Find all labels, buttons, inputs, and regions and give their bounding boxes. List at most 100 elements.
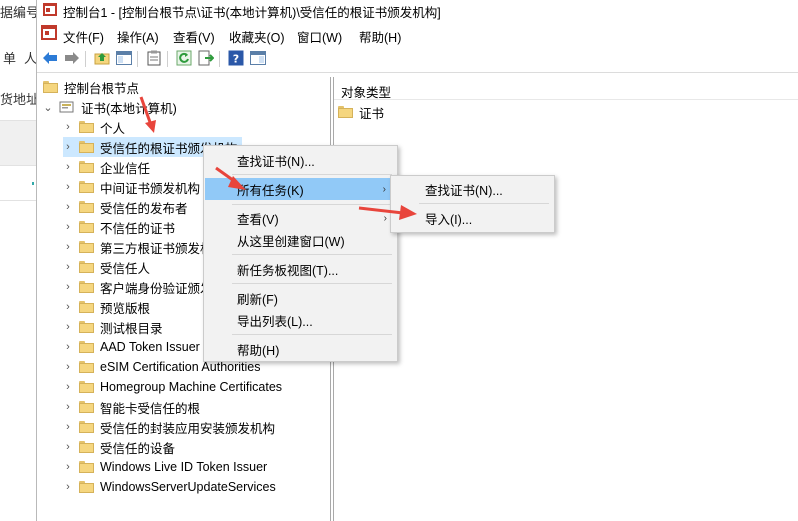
forward-button[interactable] <box>63 49 81 67</box>
toolbar-separator <box>219 51 220 67</box>
tree-node-2[interactable]: › 企业信任 <box>63 157 150 177</box>
tree-node-16[interactable]: › 受信任的设备 <box>63 437 175 457</box>
chevron-right-icon[interactable]: › <box>63 141 73 153</box>
menu-action[interactable]: 操作(A) <box>117 27 159 46</box>
tree-node-label: 受信任的设备 <box>100 441 176 456</box>
tree-node-17[interactable]: › Windows Live ID Token Issuer <box>63 457 267 477</box>
folder-icon <box>79 401 94 413</box>
chevron-right-icon[interactable]: › <box>63 421 73 433</box>
tree-node-10[interactable]: › 测试根目录 <box>63 317 163 337</box>
folder-icon <box>43 81 58 93</box>
properties-button[interactable] <box>145 49 163 67</box>
folder-icon <box>79 361 94 373</box>
menu-window[interactable]: 窗口(W) <box>297 27 342 46</box>
chevron-right-icon[interactable]: › <box>63 441 73 453</box>
mmc-window: 控制台1 - [控制台根节点\证书(本地计算机)\受信任的根证书颁发机构] 文件… <box>36 0 798 521</box>
up-level-button[interactable] <box>93 49 111 67</box>
menu-item-label: 从这里创建窗口(W) <box>237 234 345 249</box>
folder-icon <box>79 141 94 153</box>
tree-node-label: 预览版根 <box>100 301 151 316</box>
folder-up-icon <box>94 53 110 65</box>
tree-node-4[interactable]: › 受信任的发布者 <box>63 197 188 217</box>
chevron-right-icon[interactable]: › <box>63 461 73 473</box>
tree-node-18[interactable]: › WindowsServerUpdateServices <box>63 477 276 497</box>
folder-icon <box>79 421 94 433</box>
tree-node-0[interactable]: › 个人 <box>63 117 125 137</box>
menu-item-label: 帮助(H) <box>237 343 280 358</box>
action-pane-icon <box>250 51 266 65</box>
back-button[interactable] <box>41 49 59 67</box>
folder-icon <box>79 221 94 233</box>
tree-node-7[interactable]: › 受信任人 <box>63 257 150 277</box>
menu-item-refresh[interactable]: 刷新(F) <box>204 287 397 309</box>
chevron-right-icon[interactable]: › <box>63 221 73 233</box>
show-action-pane-button[interactable] <box>249 49 267 67</box>
chevron-down-icon[interactable]: ⌄ <box>43 101 53 114</box>
tree-node-13[interactable]: › Homegroup Machine Certificates <box>63 377 282 397</box>
tree-node-label: 企业信任 <box>100 161 151 176</box>
details-pane: 对象类型 证书 <box>333 77 798 521</box>
chevron-right-icon[interactable]: › <box>63 321 73 333</box>
tree-node-label: WindowsServerUpdateServices <box>100 480 276 494</box>
tree-node-6[interactable]: › 第三方根证书颁发机构 <box>63 237 225 257</box>
menu-separator <box>232 174 392 175</box>
tree-node-15[interactable]: › 受信任的封装应用安装颁发机构 <box>63 417 275 437</box>
chevron-right-icon[interactable]: › <box>63 241 73 253</box>
menu-favorites[interactable]: 收藏夹(O) <box>229 27 285 46</box>
tree-node-8[interactable]: › 客户端身份验证颁发 <box>63 277 213 297</box>
tree-node-11[interactable]: › AAD Token Issuer <box>63 337 200 357</box>
tree-node-5[interactable]: › 不信任的证书 <box>63 217 175 237</box>
menu-file[interactable]: 文件(F) <box>63 27 104 46</box>
bg-divider <box>0 200 40 201</box>
column-header-object-type: 对象类型 <box>341 86 392 100</box>
menu-separator <box>419 203 549 204</box>
tree-node-label: 个人 <box>100 121 126 136</box>
show-hide-tree-button[interactable] <box>115 49 133 67</box>
column-header[interactable]: 对象类型 <box>334 77 798 100</box>
arrow-left-icon <box>43 52 57 64</box>
chevron-right-icon[interactable]: › <box>63 381 73 393</box>
tree-node-label: 客户端身份验证颁发 <box>100 281 213 296</box>
toolbar-separator <box>137 51 138 67</box>
list-item-label: 证书 <box>359 106 385 121</box>
folder-icon <box>79 281 94 293</box>
tree-node-9[interactable]: › 预览版根 <box>63 297 150 317</box>
chevron-right-icon[interactable]: › <box>63 181 73 193</box>
chevron-right-icon[interactable]: › <box>63 201 73 213</box>
help-icon: ? <box>228 50 244 66</box>
list-item-certificates[interactable]: 证书 <box>338 102 384 122</box>
chevron-right-icon[interactable]: › <box>63 401 73 413</box>
tree-node-14[interactable]: › 智能卡受信任的根 <box>63 397 200 417</box>
menu-item-export-list[interactable]: 导出列表(L)... <box>204 309 397 331</box>
chevron-right-icon[interactable]: › <box>63 301 73 313</box>
folder-icon <box>79 481 94 493</box>
tree-node-console-root[interactable]: 控制台根节点 <box>43 77 139 97</box>
menu-view[interactable]: 查看(V) <box>173 27 215 46</box>
submenu-item-find-certificates[interactable]: 查找证书(N)... <box>391 178 554 200</box>
annotation-arrow-2 <box>215 166 246 190</box>
tree-node-3[interactable]: › 中间证书颁发机构 <box>63 177 200 197</box>
menu-help[interactable]: 帮助(H) <box>359 27 401 46</box>
menu-item-new-taskpad-view[interactable]: 新任务板视图(T)... <box>204 258 397 280</box>
help-button[interactable]: ? <box>227 49 245 67</box>
console-menu-icon[interactable] <box>41 25 57 40</box>
folder-icon <box>79 121 94 133</box>
chevron-right-icon[interactable]: › <box>63 281 73 293</box>
menu-item-new-window-from-here[interactable]: 从这里创建窗口(W) <box>204 229 397 251</box>
window-title: 控制台1 - [控制台根节点\证书(本地计算机)\受信任的根证书颁发机构] <box>63 6 441 20</box>
bg-text-1: 据编号 <box>0 5 40 20</box>
tree-node-label: 受信任的封装应用安装颁发机构 <box>100 421 276 436</box>
chevron-right-icon[interactable]: › <box>63 481 73 493</box>
menu-item-help[interactable]: 帮助(H) <box>204 338 397 360</box>
chevron-right-icon[interactable]: › <box>63 261 73 273</box>
menu-item-label: 刷新(F) <box>237 292 278 307</box>
clipboard-icon <box>147 50 161 66</box>
refresh-button[interactable] <box>175 49 193 67</box>
chevron-right-icon[interactable]: › <box>63 161 73 173</box>
menu-item-label: 查找证书(N)... <box>425 183 503 198</box>
chevron-right-icon[interactable]: › <box>63 361 73 373</box>
bg-text-4: 货地址 <box>0 92 40 107</box>
export-list-button[interactable] <box>197 49 215 67</box>
chevron-right-icon[interactable]: › <box>63 121 73 133</box>
chevron-right-icon[interactable]: › <box>63 341 73 353</box>
